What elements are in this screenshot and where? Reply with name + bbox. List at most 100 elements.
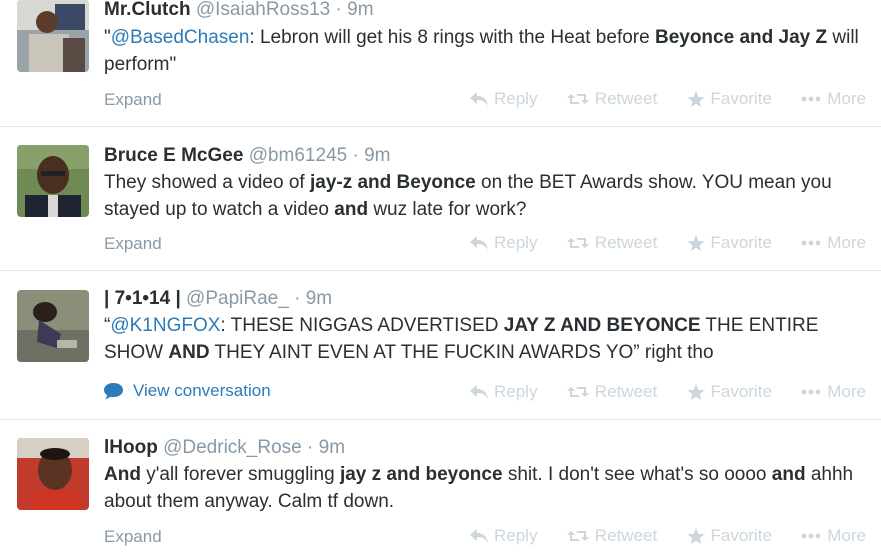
view-conversation-link[interactable]: View conversation	[104, 381, 271, 401]
retweet-label: Retweet	[594, 89, 658, 108]
favorite-label: Favorite	[710, 526, 772, 545]
star-icon	[686, 383, 705, 400]
more-button[interactable]: More	[801, 233, 866, 253]
timestamp[interactable]: 9m	[364, 145, 390, 166]
reply-label: Reply	[494, 233, 538, 252]
more-button[interactable]: More	[801, 89, 866, 109]
separator-dot: ·	[335, 0, 342, 20]
display-name[interactable]: Bruce E McGee	[104, 145, 243, 166]
reply-button[interactable]: Reply	[470, 382, 537, 402]
tweet-text-segment: : Lebron will get his 8 rings with the H…	[249, 27, 655, 48]
expand-link[interactable]: Expand	[104, 527, 162, 547]
tweet-text-highlight: and	[771, 464, 806, 485]
reply-label: Reply	[494, 526, 538, 545]
tweet-text-highlight: and	[334, 199, 369, 220]
star-icon	[686, 90, 705, 107]
tweet-text-highlight: AND	[168, 342, 210, 363]
retweet-label: Retweet	[594, 526, 658, 545]
expand-link[interactable]: Expand	[104, 90, 162, 110]
tweet-text-segment: shit. I don't see what's so oooo	[502, 464, 772, 485]
tweet-item[interactable]: | 7•1•14 | @PapiRae_ · 9m “@K1NGFOX: THE…	[0, 271, 881, 420]
avatar[interactable]	[17, 290, 89, 362]
favorite-button[interactable]: Favorite	[686, 89, 772, 109]
tweet-text-segment: y'all forever smuggling	[140, 464, 340, 485]
star-icon	[686, 527, 705, 544]
tweet-header: Bruce E McGee @bm61245 · 9m	[104, 145, 391, 167]
more-label: More	[827, 526, 866, 545]
favorite-label: Favorite	[710, 233, 772, 252]
tweet-header: Mr.Clutch @IsaiahRoss13 · 9m	[104, 0, 374, 21]
reply-label: Reply	[494, 382, 538, 401]
retweet-icon	[566, 387, 589, 397]
retweet-button[interactable]: Retweet	[566, 526, 658, 546]
avatar[interactable]	[17, 0, 89, 72]
separator-dot: ·	[294, 288, 301, 309]
display-name[interactable]: lHoop	[104, 437, 158, 458]
tweet-item[interactable]: Mr.Clutch @IsaiahRoss13 · 9m "@BasedChas…	[0, 0, 881, 127]
retweet-label: Retweet	[594, 233, 658, 252]
timestamp[interactable]: 9m	[306, 288, 332, 309]
retweet-icon	[566, 531, 589, 541]
more-label: More	[827, 382, 866, 401]
reply-button[interactable]: Reply	[470, 89, 537, 109]
reply-arrow-icon	[470, 236, 488, 250]
tweet-text: They showed a video of jay-z and Beyonce…	[104, 169, 864, 223]
tweet-actions: Reply Retweet Favorite More	[470, 382, 866, 402]
tweet-text: “@K1NGFOX: THESE NIGGAS ADVERTISED JAY Z…	[104, 312, 864, 366]
display-name[interactable]: | 7•1•14 |	[104, 288, 181, 309]
view-conversation-label: View conversation	[133, 381, 271, 400]
tweet-text: "@BasedChasen: Lebron will get his 8 rin…	[104, 24, 864, 78]
reply-button[interactable]: Reply	[470, 233, 537, 253]
tweet-actions: Reply Retweet Favorite More	[470, 233, 866, 253]
tweet-text-highlight: jay-z and Beyonce	[309, 172, 476, 193]
avatar[interactable]	[17, 438, 89, 510]
more-button[interactable]: More	[801, 526, 866, 546]
tweet-header: lHoop @Dedrick_Rose · 9m	[104, 437, 345, 459]
tweet-text-segment: "	[104, 27, 111, 48]
display-name[interactable]: Mr.Clutch	[104, 0, 191, 20]
username[interactable]: @IsaiahRoss13	[196, 0, 330, 20]
reply-button[interactable]: Reply	[470, 526, 537, 546]
retweet-button[interactable]: Retweet	[566, 382, 658, 402]
separator-dot: ·	[307, 437, 314, 458]
ellipsis-icon	[801, 240, 821, 246]
retweet-icon	[566, 238, 589, 248]
tweet-text-segment: wuz late for work?	[368, 199, 527, 220]
mention-link[interactable]: @K1NGFOX	[110, 315, 220, 336]
ellipsis-icon	[801, 96, 821, 102]
ellipsis-icon	[801, 533, 821, 539]
tweet-text-highlight: JAY Z AND BEYONCE	[503, 315, 701, 336]
username[interactable]: @PapiRae_	[186, 288, 289, 309]
favorite-label: Favorite	[710, 89, 772, 108]
star-icon	[686, 234, 705, 251]
more-label: More	[827, 233, 866, 252]
tweet-item[interactable]: lHoop @Dedrick_Rose · 9m And y'all forev…	[0, 420, 881, 560]
expand-link[interactable]: Expand	[104, 234, 162, 254]
favorite-button[interactable]: Favorite	[686, 382, 772, 402]
retweet-icon	[566, 94, 589, 104]
reply-arrow-icon	[470, 529, 488, 543]
tweet-text-highlight: jay z and beyonce	[339, 464, 503, 485]
ellipsis-icon	[801, 389, 821, 395]
tweet-text-segment: : THESE NIGGAS ADVERTISED	[220, 315, 504, 336]
username[interactable]: @Dedrick_Rose	[163, 437, 302, 458]
favorite-button[interactable]: Favorite	[686, 233, 772, 253]
mention-link[interactable]: @BasedChasen	[111, 27, 250, 48]
retweet-button[interactable]: Retweet	[566, 233, 658, 253]
tweet-text-highlight: And	[104, 464, 141, 485]
retweet-button[interactable]: Retweet	[566, 89, 658, 109]
speech-bubble-icon	[104, 382, 123, 399]
timestamp[interactable]: 9m	[347, 0, 373, 20]
favorite-button[interactable]: Favorite	[686, 526, 772, 546]
timestamp[interactable]: 9m	[319, 437, 345, 458]
tweet-actions: Reply Retweet Favorite More	[470, 89, 866, 109]
tweet-header: | 7•1•14 | @PapiRae_ · 9m	[104, 288, 332, 310]
username[interactable]: @bm61245	[249, 145, 348, 166]
tweet-item[interactable]: Bruce E McGee @bm61245 · 9m They showed …	[0, 127, 881, 271]
more-button[interactable]: More	[801, 382, 866, 402]
separator-dot: ·	[352, 145, 359, 166]
tweet-text: And y'all forever smuggling jay z and be…	[104, 461, 864, 515]
avatar[interactable]	[17, 145, 89, 217]
retweet-label: Retweet	[594, 382, 658, 401]
tweet-text-highlight: Beyonce and Jay Z	[654, 27, 828, 48]
